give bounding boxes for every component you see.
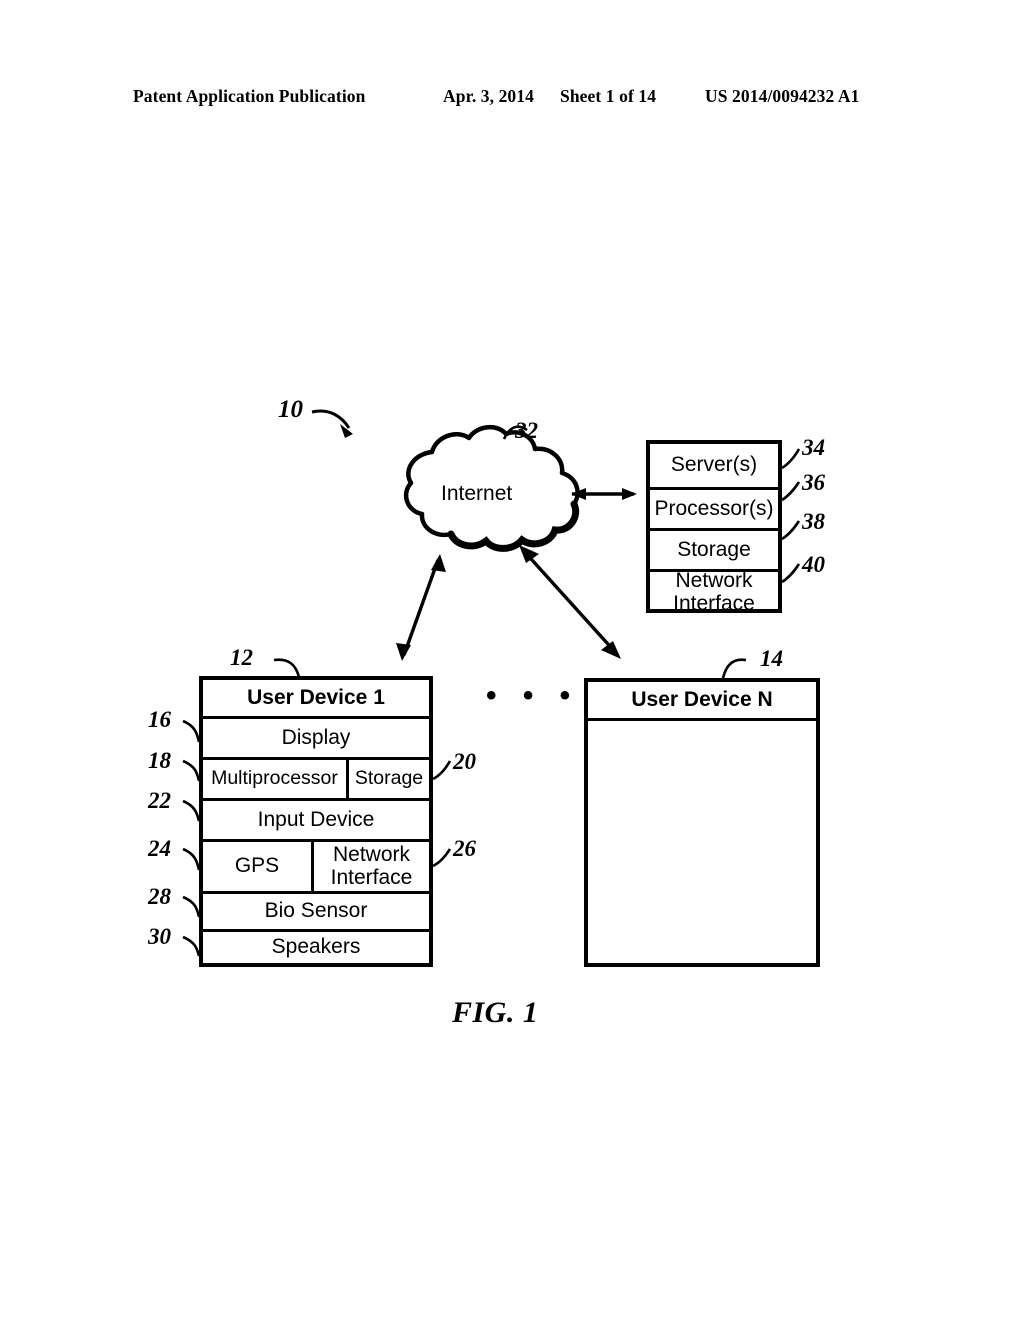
user-device-n-body [588,721,816,965]
row-speakers-label: Speakers [271,935,361,959]
row-gps-label: GPS [234,854,280,878]
row-network-interface-label: Network Interface [330,842,413,889]
user-device-1-title-label: User Device 1 [247,685,385,709]
leader-line-18 [182,759,201,782]
arrowhead-down-deviceN [601,641,621,659]
devices-ellipsis: • • • [486,679,580,712]
row-input-device-label: Input Device [257,807,375,831]
reference-16: 16 [148,707,171,732]
server-row-network-interface: Network Interface [650,568,778,615]
user-device-1-title: User Device 1 [203,680,429,716]
reference-36: 36 [802,470,825,495]
user-device-n-title-label: User Device N [631,687,773,711]
arrowhead-down-device1 [396,643,411,661]
arrow-cloud-to-deviceN [521,548,618,655]
leader-line-22 [182,799,201,822]
server-row-servers-label: Server(s) [670,453,758,477]
reference-28: 28 [148,884,171,909]
server-row-storage: Storage [650,531,778,569]
figure-caption: FIG. 1 [452,996,539,1029]
arrow-cloud-to-device1 [402,559,440,656]
reference-18: 18 [148,748,171,773]
row-multiprocessor-label: Multiprocessor [211,767,338,790]
user-device-1-row-storage: Storage [349,760,429,798]
row-display-label: Display [281,725,351,749]
user-device-1-row-gps: GPS [203,842,311,891]
figure-vector-overlay [182,409,801,957]
leader-line-28 [182,895,201,918]
leader-line-20 [432,760,452,781]
reference-38: 38 [802,509,825,534]
leader-line-14 [721,658,747,679]
header-sheet-number: Sheet 1 of 14 [560,86,657,106]
leader-line-24 [182,847,201,871]
row-bio-sensor-label: Bio Sensor [264,899,368,923]
arrowhead-left-cloud-server [571,488,586,500]
user-device-1-row-display: Display [203,719,429,757]
server-box: Server(s) Processor(s) Storage Network In… [646,440,782,615]
leader-line-36 [781,481,801,502]
reference-14: 14 [760,646,783,671]
server-row-processors-label: Processor(s) [654,496,774,520]
cloud-shading-stroke [447,500,580,552]
row-storage-label: Storage [354,767,424,790]
reference-40: 40 [802,552,825,577]
reference-22: 22 [148,788,171,813]
arrowhead-up-device1 [431,554,446,572]
header-patent-number: US 2014/0094232 A1 [705,86,860,106]
leader-line-16 [182,719,201,743]
system-reference-10: 10 [278,396,303,423]
reference-32: 32 [515,418,538,443]
leader-line-34 [781,448,801,470]
server-row-storage-label: Storage [677,537,751,561]
server-row-servers: Server(s) [650,444,778,487]
user-device-1-row-network-interface: Network Interface [314,842,429,891]
arrowhead-up-deviceN [519,545,539,563]
reference-30: 30 [148,924,171,949]
user-device-1-row-bio-sensor: Bio Sensor [203,894,429,929]
internet-cloud-label: Internet [441,482,513,505]
leader-line-40 [781,563,801,584]
user-device-1-row-speakers: Speakers [203,932,429,963]
leader-line-10 [311,409,351,429]
user-device-1-box: User Device 1 Display Multiprocessor Sto… [199,676,433,967]
header-date: Apr. 3, 2014 [443,86,534,106]
server-row-network-interface-label: Network Interface [673,568,755,615]
reference-34: 34 [802,435,825,460]
header-publication: Patent Application Publication [133,86,366,106]
patent-drawing-sheet: Patent Application Publication Apr. 3, 2… [0,0,1024,1320]
user-device-1-row-multiprocessor: Multiprocessor [203,760,346,798]
reference-26: 26 [453,836,476,861]
arrowhead-system-10 [340,424,353,438]
leader-line-30 [182,935,201,957]
reference-12: 12 [230,645,253,670]
user-device-1-row-input-device: Input Device [203,801,429,839]
reference-20: 20 [453,749,476,774]
arrowhead-right-cloud-server [622,488,637,500]
server-row-processors: Processor(s) [650,490,778,528]
leader-line-12 [273,658,301,678]
user-device-n-title: User Device N [588,682,816,718]
reference-24: 24 [148,836,171,861]
leader-line-26 [432,848,452,868]
leader-line-38 [781,520,801,541]
user-device-n-box: User Device N [584,678,820,967]
